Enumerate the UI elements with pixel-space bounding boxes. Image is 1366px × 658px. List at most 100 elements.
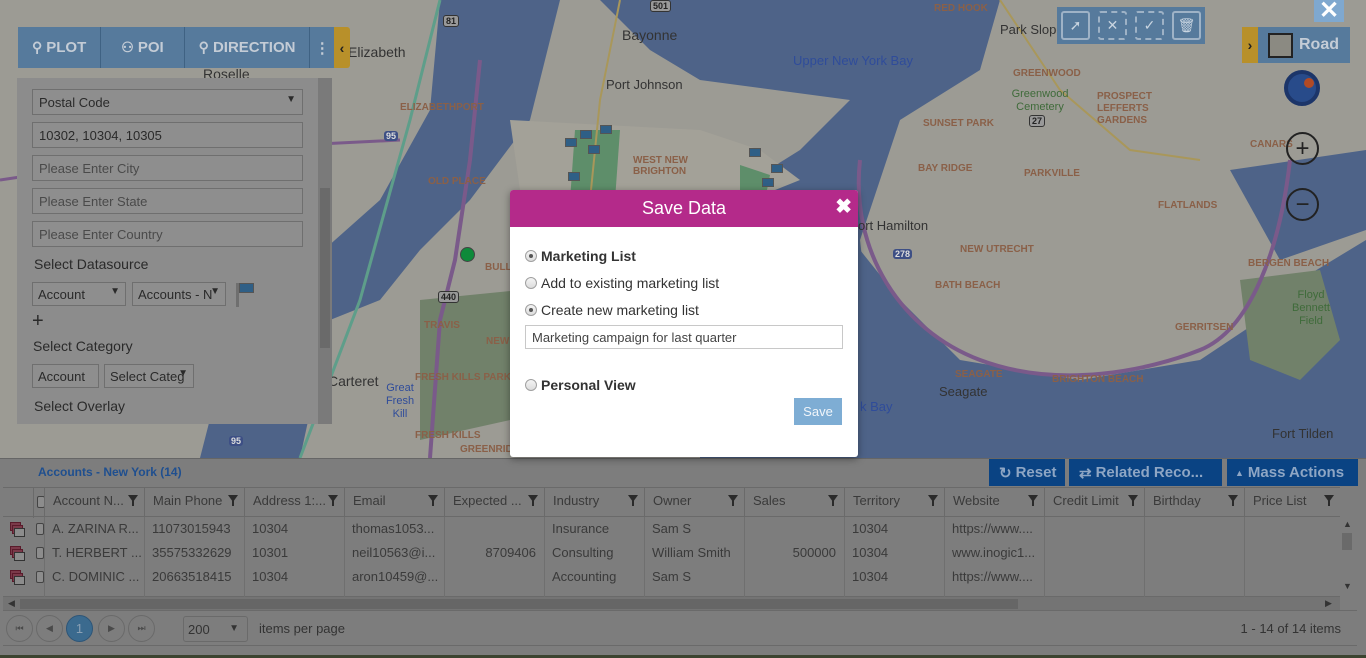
map-location-marker[interactable] <box>460 247 475 262</box>
mass-actions-button[interactable]: ▲ Mass Actions <box>1227 459 1358 486</box>
table-row[interactable]: C. DOMINIC ... 20663518415 10304 aron10459@… <box>3 565 1340 589</box>
select-area-button[interactable]: ✓ <box>1135 11 1164 40</box>
row-checkbox[interactable] <box>36 523 44 535</box>
flag-icon[interactable] <box>239 283 254 293</box>
filter-icon[interactable] <box>428 495 438 506</box>
column-header[interactable]: Expected ... <box>444 487 544 517</box>
map-flag-pin[interactable] <box>771 164 783 173</box>
grid-horizontal-scrollbar[interactable]: ◀ ▶ <box>3 596 1340 610</box>
marketing-list-option[interactable]: Marketing List <box>525 248 636 264</box>
grid-hscroll-thumb[interactable] <box>20 599 1018 609</box>
column-header[interactable]: Website <box>944 487 1044 517</box>
zoom-in-button[interactable]: + <box>1286 132 1319 165</box>
map-flag-pin[interactable] <box>588 145 600 154</box>
panel-scrollbar[interactable] <box>318 78 332 424</box>
category-entity-field[interactable]: Account <box>32 364 99 388</box>
record-form-icon[interactable] <box>10 546 26 562</box>
table-row[interactable]: T. HERBERT ... 35575332629 10301 neil10563@… <box>3 541 1340 565</box>
filter-icon[interactable] <box>628 495 638 506</box>
filter-icon[interactable] <box>928 495 938 506</box>
filter-icon[interactable] <box>1324 495 1334 506</box>
marketing-list-radio[interactable] <box>525 250 537 262</box>
related-records-button[interactable]: ⇄ Related Reco... <box>1069 459 1222 486</box>
grid-vertical-scrollbar[interactable]: ▲ ▼ <box>1340 517 1354 593</box>
clear-selection-button[interactable]: ✕ <box>1098 11 1127 40</box>
map-flag-pin[interactable] <box>568 172 580 181</box>
direction-button[interactable]: ⚲ DIRECTION <box>185 27 311 68</box>
record-form-icon[interactable] <box>10 570 26 586</box>
poi-button[interactable]: ⚇ POI <box>101 27 185 68</box>
column-header[interactable]: Main Phone <box>144 487 244 517</box>
filter-icon[interactable] <box>328 495 338 506</box>
save-button[interactable]: Save <box>794 398 842 425</box>
category-select[interactable]: Select Categ ▼ <box>104 364 194 388</box>
scroll-left-icon[interactable]: ◀ <box>8 598 15 609</box>
zoom-out-button[interactable]: − <box>1286 188 1319 221</box>
map-flag-pin[interactable] <box>600 125 612 134</box>
scroll-up-icon[interactable]: ▲ <box>1343 519 1352 529</box>
filter-icon[interactable] <box>1028 495 1038 506</box>
map-close-button[interactable]: ✕ <box>1314 0 1344 23</box>
column-header[interactable]: Email <box>344 487 444 517</box>
grid-title[interactable]: Accounts - New York (14) <box>38 465 182 479</box>
map-flag-pin[interactable] <box>762 178 774 187</box>
filter-icon[interactable] <box>1228 495 1238 506</box>
filter-icon[interactable] <box>1128 495 1138 506</box>
postal-code-input[interactable]: 10302, 10304, 10305 <box>32 122 303 148</box>
last-page-button[interactable]: ⏭ <box>128 615 155 642</box>
prev-page-button[interactable]: ◀ <box>36 615 63 642</box>
create-new-radio[interactable] <box>525 304 537 316</box>
row-checkbox[interactable] <box>36 571 44 583</box>
filter-icon[interactable] <box>128 495 138 506</box>
more-options-button[interactable]: ⋮ <box>310 27 334 68</box>
filter-icon[interactable] <box>728 495 738 506</box>
column-header[interactable]: Territory <box>844 487 944 517</box>
column-header[interactable]: Industry <box>544 487 644 517</box>
column-header[interactable]: Credit Limit <box>1044 487 1144 517</box>
filter-icon[interactable] <box>228 495 238 506</box>
dialog-close-button[interactable]: ✖ <box>835 197 852 217</box>
view-select[interactable]: Accounts - N ▼ <box>132 282 226 306</box>
map-flag-pin[interactable] <box>565 138 577 147</box>
add-datasource-button[interactable]: + <box>32 310 44 333</box>
column-header[interactable]: Address 1:... <box>244 487 344 517</box>
scroll-right-icon[interactable]: ▶ <box>1325 598 1332 609</box>
add-existing-radio[interactable] <box>525 277 537 289</box>
scroll-down-icon[interactable]: ▼ <box>1343 581 1352 591</box>
column-header[interactable]: Owner <box>644 487 744 517</box>
page-size-select[interactable]: 200 ▼ <box>183 616 248 642</box>
collapse-panel-button[interactable]: ‹ <box>334 27 350 68</box>
select-pointer-button[interactable]: ➚ <box>1061 11 1090 40</box>
plot-button[interactable]: ⚲ PLOT <box>18 27 102 68</box>
row-checkbox[interactable] <box>36 547 44 559</box>
create-new-option[interactable]: Create new marketing list <box>525 302 699 318</box>
state-input[interactable]: Please Enter State <box>32 188 303 214</box>
globe-locate-icon[interactable] <box>1284 70 1320 106</box>
grid-vscroll-thumb[interactable] <box>1342 533 1352 550</box>
next-page-button[interactable]: ▶ <box>98 615 125 642</box>
filter-icon[interactable] <box>828 495 838 506</box>
column-header[interactable]: Price List <box>1244 487 1340 517</box>
city-input[interactable]: Please Enter City <box>32 155 303 181</box>
personal-view-option[interactable]: Personal View <box>525 377 636 393</box>
first-page-button[interactable]: ⏮ <box>6 615 33 642</box>
map-flag-pin[interactable] <box>749 148 761 157</box>
table-row[interactable]: A. ZARINA R... 11073015943 10304 thomas1053… <box>3 517 1340 541</box>
panel-scroll-thumb[interactable] <box>320 188 330 348</box>
personal-view-radio[interactable] <box>525 379 537 391</box>
current-page-button[interactable]: 1 <box>66 615 93 642</box>
record-form-icon[interactable] <box>10 522 26 538</box>
marketing-list-name-input[interactable]: Marketing campaign for last quarter <box>525 325 843 349</box>
delete-button[interactable]: 🗑 <box>1172 11 1201 40</box>
search-type-select[interactable]: Postal Code ▼ <box>32 89 303 115</box>
country-input[interactable]: Please Enter Country <box>32 221 303 247</box>
entity-select[interactable]: Account ▼ <box>32 282 126 306</box>
map-style-button[interactable]: › Road <box>1242 27 1350 63</box>
map-flag-pin[interactable] <box>580 130 592 139</box>
column-header[interactable]: Account N... <box>44 487 144 517</box>
chevron-right-icon[interactable]: › <box>1242 27 1258 63</box>
column-header[interactable]: Sales <box>744 487 844 517</box>
column-header[interactable]: Birthday <box>1144 487 1244 517</box>
add-existing-option[interactable]: Add to existing marketing list <box>525 275 719 291</box>
reset-button[interactable]: ↻ Reset <box>989 459 1065 486</box>
